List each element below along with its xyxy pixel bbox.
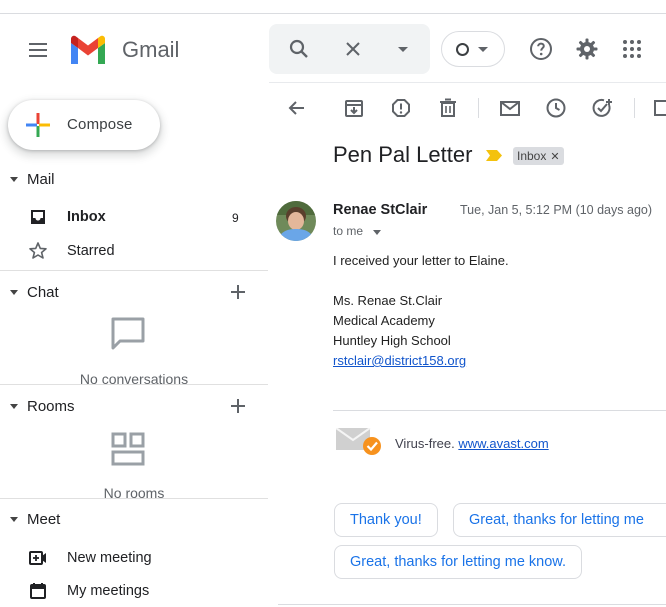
browser-top-strip	[0, 0, 666, 14]
reply-area-divider	[278, 604, 666, 605]
sender-avatar[interactable]	[276, 201, 316, 241]
mark-unread-mail-icon[interactable]	[499, 97, 521, 119]
clear-search-icon[interactable]	[341, 37, 365, 61]
recipient-text: to me	[333, 224, 364, 238]
header-divider	[269, 82, 666, 83]
delete-trash-icon[interactable]	[437, 97, 459, 119]
search-icon[interactable]	[287, 37, 311, 61]
inbox-label-text: Inbox	[517, 149, 547, 163]
move-to-icon[interactable]	[653, 97, 666, 119]
signature-department: Medical Academy	[333, 313, 435, 328]
chat-section-title: Chat	[27, 284, 59, 301]
section-divider	[0, 498, 268, 499]
rooms-grid-icon	[111, 432, 145, 466]
report-spam-icon[interactable]	[390, 97, 412, 119]
star-icon	[29, 242, 47, 259]
collapse-triangle-icon[interactable]	[10, 177, 18, 182]
smart-reply-chip[interactable]: Great, thanks for letting me	[453, 503, 666, 537]
sidebar-item-my-meetings[interactable]: My meetings	[0, 576, 268, 606]
status-ring-icon	[456, 43, 469, 56]
avast-link[interactable]: www.avast.com	[458, 436, 548, 451]
calendar-icon	[30, 583, 46, 599]
email-body-line: I received your letter to Elaine.	[333, 253, 509, 268]
inbox-icon	[31, 210, 45, 224]
signature-email-link[interactable]: rstclair@district158.org	[333, 353, 466, 368]
collapse-triangle-icon[interactable]	[10, 290, 18, 295]
unread-count: 9	[232, 211, 239, 225]
add-room-icon[interactable]	[228, 396, 248, 416]
video-icon	[29, 551, 46, 565]
sender-name: Renae StClair	[333, 202, 428, 218]
chat-bubble-icon	[111, 317, 145, 350]
importance-marker-icon[interactable]	[485, 149, 503, 162]
search-options-icon[interactable]	[391, 37, 415, 61]
signature-school: Huntley High School	[333, 333, 451, 348]
mail-section-header[interactable]: Mail	[0, 167, 268, 193]
collapse-triangle-icon[interactable]	[10, 517, 18, 522]
main-menu-button[interactable]	[24, 36, 52, 64]
email-date: Tue, Jan 5, 5:12 PM (10 days ago)	[460, 203, 653, 217]
section-divider	[0, 270, 268, 271]
sidebar-item-new-meeting[interactable]: New meeting	[0, 543, 268, 573]
status-selector[interactable]	[441, 31, 505, 67]
chevron-down-icon	[478, 47, 488, 52]
virus-free-text: Virus-free.	[395, 436, 455, 451]
inbox-label-chip[interactable]: Inbox ✕	[513, 147, 564, 165]
compose-plus-icon	[26, 113, 50, 137]
toolbar-separator	[478, 98, 479, 118]
sidebar-item-label: My meetings	[67, 583, 150, 599]
remove-label-icon[interactable]: ✕	[550, 151, 559, 163]
sidebar-item-starred[interactable]: Starred	[0, 236, 268, 266]
rooms-section-title: Rooms	[27, 398, 75, 415]
sidebar-item-label: New meeting	[67, 550, 152, 566]
add-task-icon[interactable]	[591, 97, 613, 119]
sidebar-item-label: Starred	[67, 243, 115, 259]
toolbar-separator	[634, 98, 635, 118]
gmail-logo-icon[interactable]	[68, 34, 108, 66]
apps-grid-icon[interactable]	[620, 37, 644, 61]
chat-section-header[interactable]: Chat	[0, 280, 268, 306]
email-subject: Pen Pal Letter	[333, 142, 473, 167]
meet-section-header[interactable]: Meet	[0, 507, 268, 533]
rooms-section-header[interactable]: Rooms	[0, 394, 268, 420]
gmail-wordmark: Gmail	[122, 37, 180, 62]
signature-separator	[333, 410, 666, 411]
settings-gear-icon[interactable]	[575, 37, 599, 61]
smart-reply-chip[interactable]: Great, thanks for letting me know.	[334, 545, 582, 579]
archive-icon[interactable]	[343, 97, 365, 119]
snooze-clock-icon[interactable]	[545, 97, 567, 119]
help-icon[interactable]	[529, 37, 553, 61]
virus-free-note: Virus-free. www.avast.com	[395, 436, 549, 451]
collapse-triangle-icon[interactable]	[10, 404, 18, 409]
add-chat-icon[interactable]	[228, 282, 248, 302]
sidebar-item-label: Inbox	[67, 209, 106, 225]
signature-name: Ms. Renae St.Clair	[333, 293, 443, 308]
search-bar[interactable]	[269, 24, 430, 74]
avast-envelope-check-icon	[336, 428, 381, 455]
compose-label: Compose	[67, 116, 133, 133]
compose-button[interactable]: Compose	[8, 100, 160, 150]
mail-section-title: Mail	[27, 171, 55, 188]
sidebar-item-inbox[interactable]: Inbox 9	[0, 202, 268, 232]
smart-reply-chip[interactable]: Thank you!	[334, 503, 438, 537]
back-arrow-icon[interactable]	[286, 97, 308, 119]
section-divider	[0, 384, 268, 385]
meet-section-title: Meet	[27, 511, 61, 528]
show-details-caret-icon[interactable]	[373, 230, 381, 235]
